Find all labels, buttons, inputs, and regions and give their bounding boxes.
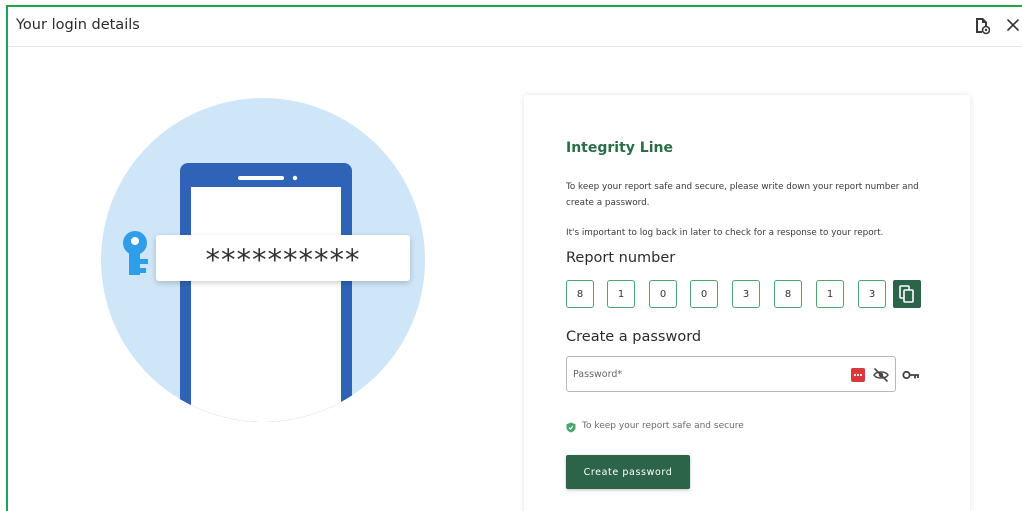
login-details-window: Your login details ********** Integrity …: [6, 5, 1022, 511]
report-digit: 0: [649, 280, 677, 308]
reminder-text: It's important to log back in later to c…: [566, 228, 884, 238]
login-form-panel: Integrity Line To keep your report safe …: [524, 95, 970, 511]
brand-title: Integrity Line: [566, 140, 673, 156]
login-illustration: **********: [101, 98, 425, 422]
report-digit: 8: [774, 280, 802, 308]
key-icon[interactable]: [902, 370, 920, 380]
document-settings-icon[interactable]: [974, 17, 990, 35]
password-input[interactable]: [573, 361, 833, 387]
description-text: To keep your report safe and secure, ple…: [566, 182, 919, 208]
copy-icon: [899, 285, 914, 303]
report-digit: 3: [732, 280, 760, 308]
window-header: Your login details: [8, 7, 1022, 47]
report-digit: 3: [858, 280, 886, 308]
create-password-button[interactable]: Create password: [566, 455, 690, 489]
report-digit: 0: [690, 280, 718, 308]
shield-icon: [566, 422, 576, 433]
create-password-label: Create a password: [566, 329, 702, 345]
window-title: Your login details: [16, 17, 140, 33]
report-number-label: Report number: [566, 250, 676, 266]
copy-report-number-button[interactable]: [893, 280, 921, 308]
masked-password: **********: [206, 243, 361, 277]
report-digit: 1: [816, 280, 844, 308]
eye-off-icon[interactable]: [873, 367, 889, 383]
phone-speaker: [238, 176, 284, 180]
phone-camera: [292, 175, 298, 181]
phone-screen: [191, 187, 341, 422]
security-hint: To keep your report safe and secure: [582, 421, 744, 431]
password-manager-icon[interactable]: [851, 368, 865, 382]
close-icon[interactable]: [1004, 16, 1022, 34]
password-field: [566, 356, 896, 392]
report-digit: 1: [607, 280, 635, 308]
report-digit: 8: [566, 280, 594, 308]
